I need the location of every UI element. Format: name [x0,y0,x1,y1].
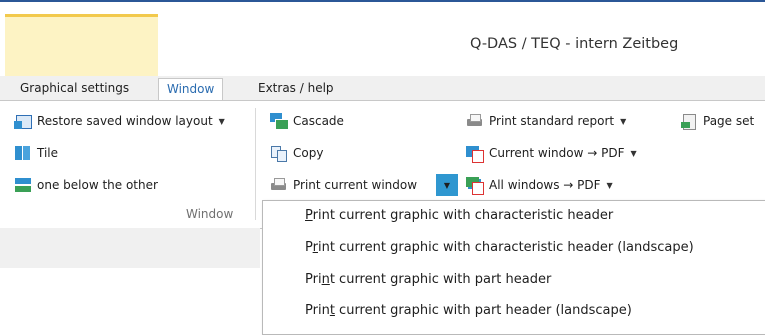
print-current-window-label: Print current window [293,178,418,192]
print-standard-report-label: Print standard report [489,114,615,128]
window-group-label: Window [186,207,234,221]
print-standard-report-button[interactable]: Print standard report ▼ [466,110,626,132]
printer-icon [270,177,288,193]
tile-icon [14,145,32,161]
page-setup-button[interactable]: Page set [680,110,754,132]
copy-label: Copy [293,146,324,160]
chevron-down-icon[interactable]: ▼ [607,181,613,190]
tab-graphical-settings[interactable]: Graphical settings [18,78,131,100]
pdf-multi-icon [466,177,484,195]
tile-label: Tile [37,146,59,160]
all-windows-pdf-label: All windows → PDF [489,178,601,192]
restore-layout-icon [14,113,32,129]
copy-button[interactable]: Copy [270,142,323,164]
menu-item-characteristic-header-landscape[interactable]: Print current graphic with characteristi… [305,240,694,255]
below-icon [14,177,32,193]
chevron-down-icon[interactable]: ▼ [219,117,225,126]
all-windows-pdf-button[interactable]: All windows → PDF ▼ [466,174,613,196]
cascade-label: Cascade [293,114,344,128]
print-current-window-dropdown[interactable]: ▼ [436,174,458,196]
current-window-pdf-label: Current window → PDF [489,146,625,160]
print-current-window-button[interactable]: Print current window [270,174,417,196]
menu-item-part-header[interactable]: Print current graphic with part header [305,272,551,287]
chevron-down-icon[interactable]: ▼ [620,117,626,126]
window-title: Q-DAS / TEQ - intern Zeitbeg [470,36,679,52]
workspace-area [0,228,260,268]
restore-layout-label: Restore saved window layout [37,114,213,128]
tile-button[interactable]: Tile [14,142,58,164]
quick-access-tile[interactable] [5,14,158,76]
pdf-icon [466,145,484,163]
restore-layout-button[interactable]: Restore saved window layout ▼ [14,110,225,132]
cascade-button[interactable]: Cascade [270,110,344,132]
chevron-down-icon[interactable]: ▼ [630,149,636,158]
cascade-icon [270,113,289,130]
menu-item-part-header-landscape[interactable]: Print current graphic with part header (… [305,303,632,318]
tab-extras-help[interactable]: Extras / help [256,78,336,100]
tab-window[interactable]: Window [158,78,224,102]
group-separator [255,108,256,220]
chevron-down-icon: ▼ [443,180,451,190]
below-label: one below the other [37,178,158,192]
copy-icon [270,145,288,162]
printer-icon [466,113,484,129]
menu-item-characteristic-header[interactable]: Print current graphic with characteristi… [305,208,613,223]
page-setup-label: Page set [703,114,755,128]
current-window-pdf-button[interactable]: Current window → PDF ▼ [466,142,637,164]
page-setup-icon [680,113,698,130]
below-button[interactable]: one below the other [14,174,158,196]
